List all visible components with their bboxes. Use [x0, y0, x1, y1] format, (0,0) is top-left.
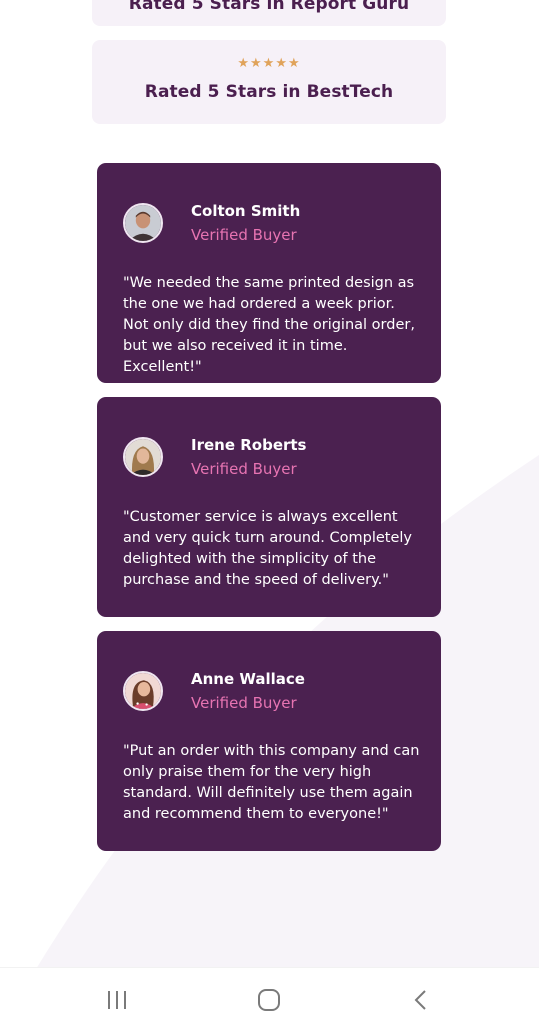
five-stars-icon: ★★★★★ [237, 56, 301, 71]
reviewer-role: Verified Buyer [191, 694, 297, 712]
rating-label: Rated 5 Stars in Report Guru [128, 0, 410, 14]
avatar [123, 203, 163, 243]
reviewer-role: Verified Buyer [191, 460, 297, 478]
recents-icon[interactable] [103, 987, 133, 1013]
reviewer-name: Anne Wallace [191, 670, 305, 688]
testimonial-card-irene-roberts: Irene Roberts Verified Buyer "Customer s… [97, 397, 441, 617]
reviewer-name: Irene Roberts [191, 436, 307, 454]
avatar [123, 437, 163, 477]
system-navigation-bar [0, 967, 539, 1031]
home-icon[interactable] [254, 987, 284, 1013]
testimonial-quote: "Customer service is always excellent an… [123, 509, 413, 588]
avatar [123, 671, 163, 711]
back-icon[interactable] [406, 987, 436, 1013]
rating-card-report-guru: Rated 5 Stars in Report Guru [92, 0, 446, 26]
testimonial-quote: "Put an order with this company and can … [123, 743, 420, 822]
testimonial-quote: "We needed the same printed design as th… [123, 275, 415, 375]
testimonial-card-anne-wallace: Anne Wallace Verified Buyer "Put an orde… [97, 631, 441, 851]
rating-label: Rated 5 Stars in BestTech [144, 82, 394, 102]
reviewer-role: Verified Buyer [191, 226, 297, 244]
testimonial-card-colton-smith: Colton Smith Verified Buyer "We needed t… [97, 163, 441, 383]
rating-card-besttech: ★★★★★ Rated 5 Stars in BestTech [92, 40, 446, 124]
reviewer-name: Colton Smith [191, 202, 301, 220]
